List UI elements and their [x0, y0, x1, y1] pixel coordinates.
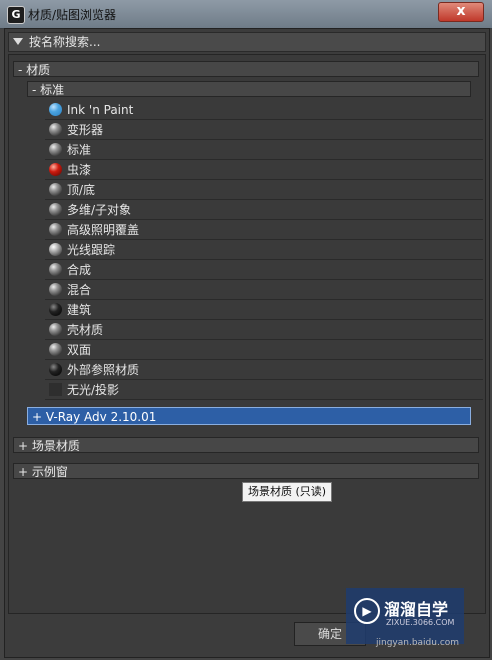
material-item-label: 建筑: [67, 303, 92, 317]
black-sphere-icon: [49, 303, 62, 316]
material-item[interactable]: 无光/投影: [45, 381, 483, 400]
material-item[interactable]: 建筑: [45, 301, 483, 320]
gray-sphere-icon: [49, 323, 62, 336]
material-item-label: 无光/投影: [67, 383, 120, 397]
material-item-label: 光线跟踪: [67, 243, 116, 257]
bw-sphere-icon: [49, 243, 62, 256]
group-vray[interactable]: + V-Ray Adv 2.10.01: [27, 407, 471, 425]
search-bar: [8, 32, 486, 52]
group-standard[interactable]: - 标准: [27, 81, 471, 97]
material-item-label: 混合: [67, 283, 92, 297]
material-item[interactable]: 外部参照材质: [45, 361, 483, 380]
material-item[interactable]: 壳材质: [45, 321, 483, 340]
material-item[interactable]: Ink 'n Paint: [45, 101, 483, 120]
material-item-label: Ink 'n Paint: [67, 103, 134, 117]
watermark: ▶ 溜溜自学 ZIXUE.3066.COM: [346, 588, 464, 644]
material-item-label: 高级照明覆盖: [67, 223, 140, 237]
material-item[interactable]: 光线跟踪: [45, 241, 483, 260]
material-item[interactable]: 变形器: [45, 121, 483, 140]
gray-sphere-icon: [49, 183, 62, 196]
gray-sphere-icon: [49, 263, 62, 276]
search-input[interactable]: [29, 33, 469, 51]
material-item[interactable]: 顶/底: [45, 181, 483, 200]
material-list-panel: - 材质 - 标准 Ink 'n Paint 变形器标准虫漆顶/底多维/子对象 高级…: [8, 54, 486, 614]
group-sample-slots[interactable]: + 示例窗: [13, 463, 479, 479]
red-sphere-icon: [49, 163, 62, 176]
material-item[interactable]: 标准: [45, 141, 483, 160]
window-title: 材质/贴图浏览器: [28, 8, 117, 22]
group-scene-materials[interactable]: + 场景材质: [13, 437, 479, 453]
black-sphere-icon: [49, 363, 62, 376]
close-button[interactable]: x: [438, 2, 484, 22]
blue-sphere-icon: [49, 103, 62, 116]
material-item-label: 顶/底: [67, 183, 96, 197]
material-item[interactable]: 虫漆: [45, 161, 483, 180]
gray-sphere-icon: [49, 283, 62, 296]
gray-sphere-icon: [49, 123, 62, 136]
material-item[interactable]: 高级照明覆盖: [45, 221, 483, 240]
gray-sphere-icon: [49, 203, 62, 216]
watermark-site: jingyan.baidu.com: [376, 638, 460, 648]
watermark-subtitle: ZIXUE.3066.COM: [386, 618, 455, 627]
material-item-label: 双面: [67, 343, 92, 357]
group-materials[interactable]: - 材质: [13, 61, 479, 77]
watermark-play-icon: ▶: [354, 598, 380, 624]
gray-sphere-icon: [49, 143, 62, 156]
material-item-label: 变形器: [67, 123, 104, 137]
material-item-label: 合成: [67, 263, 92, 277]
app-icon: G: [7, 6, 25, 24]
material-item[interactable]: 多维/子对象: [45, 201, 483, 220]
material-item-label: 外部参照材质: [67, 363, 140, 377]
collapse-caret-icon[interactable]: [13, 38, 23, 45]
gray-sphere-icon: [49, 223, 62, 236]
material-item[interactable]: 混合: [45, 281, 483, 300]
material-item-label: 壳材质: [67, 323, 104, 337]
gray-sphere-icon: [49, 343, 62, 356]
watermark-title: 溜溜自学: [384, 600, 449, 619]
material-item-label: 多维/子对象: [67, 203, 132, 217]
material-item[interactable]: 双面: [45, 341, 483, 360]
title-bar: G 材质/贴图浏览器 x: [0, 0, 492, 29]
square-swatch-icon: [49, 383, 62, 396]
material-item-label: 标准: [67, 143, 92, 157]
tooltip: 场景材质 (只读): [242, 482, 333, 502]
material-item-label: 虫漆: [67, 163, 92, 177]
material-item[interactable]: 合成: [45, 261, 483, 280]
